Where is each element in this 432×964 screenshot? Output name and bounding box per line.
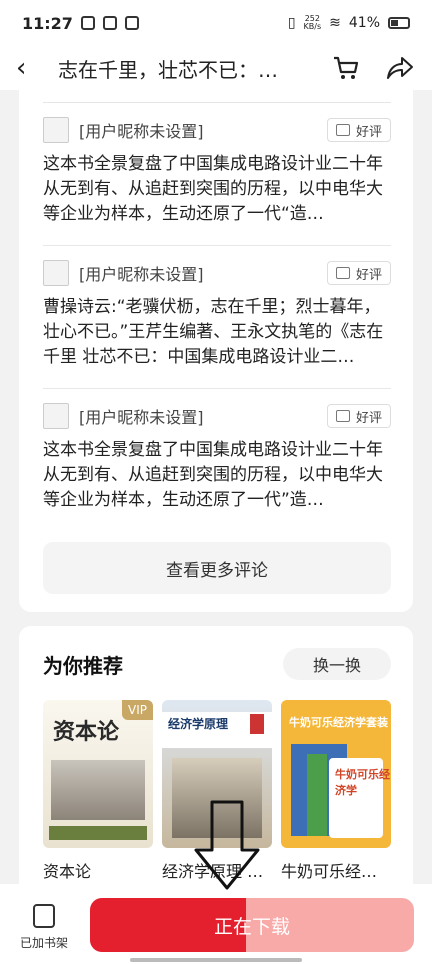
thumb-flag-icon xyxy=(335,410,350,422)
rating-badge: 好评 xyxy=(326,118,391,142)
rating-badge: 好评 xyxy=(326,261,391,285)
cart-icon[interactable] xyxy=(330,52,362,84)
rating-badge: 好评 xyxy=(326,404,391,428)
comments-card: [用户昵称未设置] 好评 这本书全景复盘了中国集成电路设计业二十年从无到有、从追… xyxy=(19,90,413,612)
comment-item[interactable]: [用户昵称未设置] 好评 这本书全景复盘了中国集成电路设计业二十年从无到有、从追… xyxy=(43,402,391,513)
wifi-icon: ≋ xyxy=(329,15,341,31)
battery-icon xyxy=(388,17,410,29)
back-chevron-icon[interactable]: ‹ xyxy=(16,53,40,83)
divider xyxy=(43,245,391,246)
status-bar: 11:27 ▯ 252 KB/s ≋ 41% xyxy=(0,0,432,46)
divider xyxy=(43,102,391,103)
book-title: 资本论 xyxy=(43,862,92,881)
net-speed: 252 KB/s xyxy=(303,14,322,31)
avatar xyxy=(43,117,69,143)
vibrate-icon: ▯ xyxy=(287,15,296,31)
more-comments-button[interactable]: 查看更多评论 xyxy=(43,542,391,594)
comment-username: [用户昵称未设置] xyxy=(79,122,204,141)
comment-text: 曹操诗云:“老骥伏枥，志在千里；烈士暮年，壮心不已。”王芹生编著、王永文执笔的《… xyxy=(43,297,384,367)
comment-item[interactable]: [用户昵称未设置] 好评 这本书全景复盘了中国集成电路设计业二十年从无到有、从追… xyxy=(43,116,391,246)
comment-item[interactable]: [用户昵称未设置] 好评 曹操诗云:“老骥伏枥，志在千里；烈士暮年，壮心不已。”… xyxy=(43,259,391,389)
download-label: 正在下载 xyxy=(213,915,290,938)
shelf-label: 已加书架 xyxy=(19,936,68,950)
refresh-button[interactable]: 换一换 xyxy=(283,648,391,680)
bookshelf-icon xyxy=(33,904,55,928)
book-title: 牛奶可乐经… xyxy=(281,862,378,881)
comment-username: [用户昵称未设置] xyxy=(79,265,204,284)
shelf-button[interactable]: 已加书架 xyxy=(14,904,74,951)
share-icon[interactable] xyxy=(384,52,416,84)
bottom-action-bar: 已加书架 正在下载 xyxy=(0,884,432,964)
thumb-flag-icon xyxy=(335,267,350,279)
avatar xyxy=(43,403,69,429)
down-arrow-icon xyxy=(194,800,260,890)
comment-username: [用户昵称未设置] xyxy=(79,408,204,427)
app-notification-icon xyxy=(80,16,95,30)
status-time: 11:27 xyxy=(22,13,73,33)
home-indicator[interactable] xyxy=(130,958,302,962)
comment-text: 这本书全景复盘了中国集成电路设计业二十年从无到有、从追赶到突围的历程，以中电华大… xyxy=(43,154,383,224)
comment-text: 这本书全景复盘了中国集成电路设计业二十年从无到有、从追赶到突围的历程，以中电华大… xyxy=(43,440,383,510)
book-cover[interactable]: 牛奶可乐经济学套装 牛奶可乐经济学 xyxy=(281,700,391,848)
book-cover[interactable]: 资本论 VIP xyxy=(43,700,153,848)
battery-percent: 41% xyxy=(348,15,380,31)
app-notification-icon xyxy=(124,16,139,30)
nav-bar: ‹ 志在千里，壮芯不已：… xyxy=(0,46,432,90)
divider xyxy=(43,388,391,389)
recommend-title: 为你推荐 xyxy=(43,653,123,678)
page-title: 志在千里，壮芯不已：… xyxy=(58,57,278,82)
avatar xyxy=(43,260,69,286)
download-button[interactable]: 正在下载 xyxy=(90,898,414,952)
book-item[interactable]: 牛奶可乐经济学套装 牛奶可乐经济学 牛奶可乐经… xyxy=(281,700,391,882)
thumb-flag-icon xyxy=(335,124,350,136)
book-item[interactable]: 资本论 VIP 资本论 xyxy=(43,700,153,882)
vip-badge: VIP xyxy=(122,700,153,720)
app-notification-icon xyxy=(102,16,117,30)
